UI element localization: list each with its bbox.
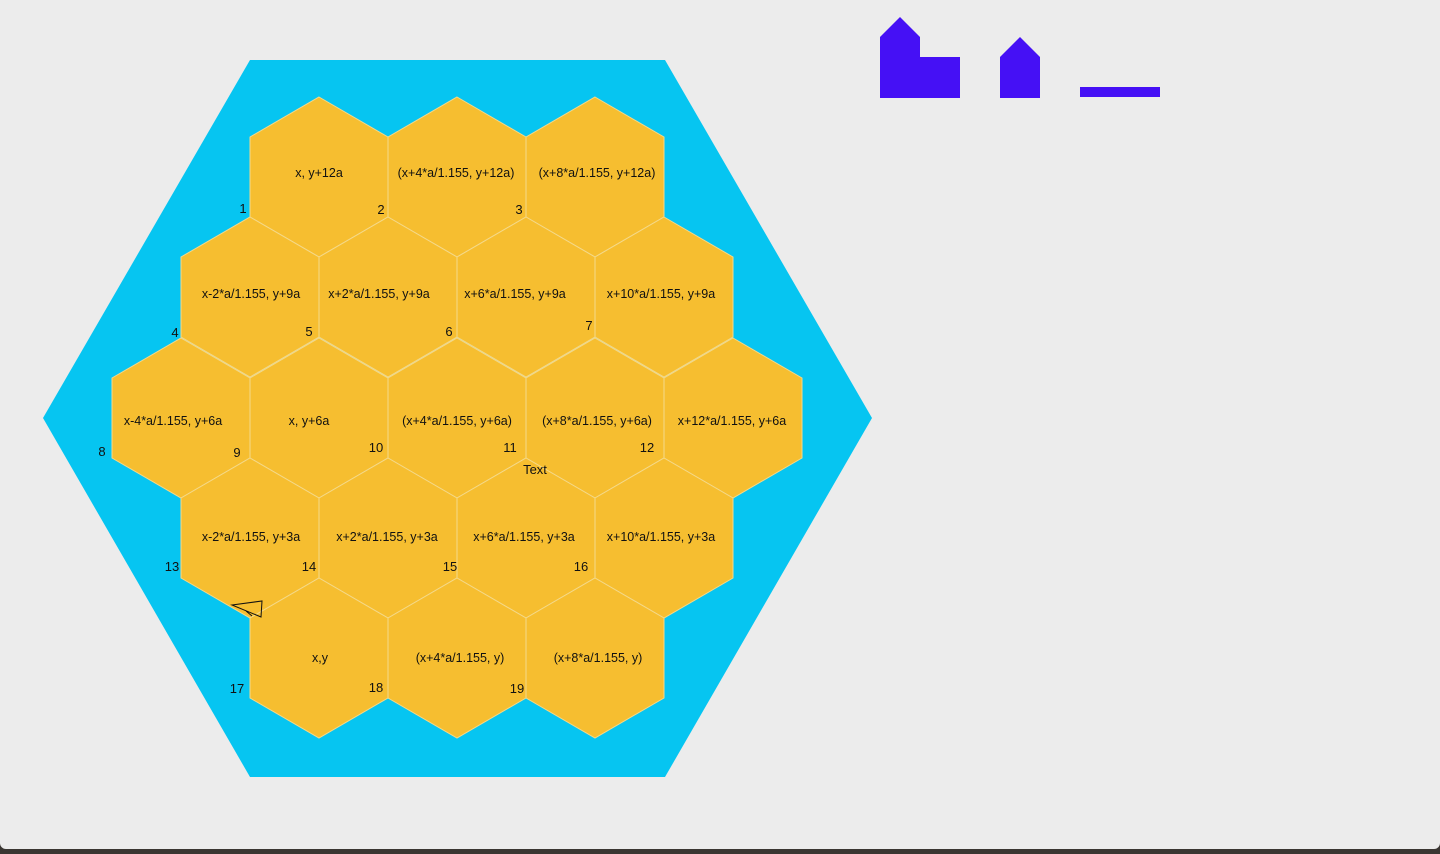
hex-tile-label: x+6*a/1.155, y+3a — [473, 530, 575, 544]
vertex-number: 12 — [640, 440, 654, 455]
hex-tile-label: (x+4*a/1.155, y) — [416, 651, 505, 665]
hex-tile-label: x, y+12a — [295, 166, 343, 180]
vertex-number: 9 — [233, 445, 240, 460]
hex-tile-label: x-4*a/1.155, y+6a — [124, 414, 222, 428]
vertex-number: 11 — [503, 440, 517, 455]
vertex-number: 16 — [574, 559, 588, 574]
hex-tile-label: x-2*a/1.155, y+3a — [202, 530, 300, 544]
vertex-number: 19 — [510, 681, 524, 696]
vertex-number: 8 — [98, 444, 105, 459]
vertex-number: 14 — [302, 559, 316, 574]
hex-tile-label: (x+4*a/1.155, y+12a) — [398, 166, 515, 180]
free-text-label: Text — [523, 462, 547, 477]
hex-tile-label: x+10*a/1.155, y+3a — [607, 530, 715, 544]
city-icon[interactable] — [880, 17, 960, 98]
road-icon[interactable] — [1080, 87, 1160, 97]
hex-tile-label: x+2*a/1.155, y+9a — [328, 287, 430, 301]
hex-tile-label: x+2*a/1.155, y+3a — [336, 530, 438, 544]
hex-tile-label: (x+8*a/1.155, y) — [554, 651, 643, 665]
hex-tile-label: x+10*a/1.155, y+9a — [607, 287, 715, 301]
vertex-number: 17 — [230, 681, 244, 696]
pieces-layer — [880, 17, 1160, 98]
hex-tile-label: (x+8*a/1.155, y+6a) — [542, 414, 652, 428]
hex-tile-label: (x+4*a/1.155, y+6a) — [402, 414, 512, 428]
hex-tile-label: x+12*a/1.155, y+6a — [678, 414, 786, 428]
hex-tile-label: x, y+6a — [289, 414, 330, 428]
vertex-number: 7 — [585, 318, 592, 333]
vertex-number: 13 — [165, 559, 179, 574]
vertex-number: 1 — [239, 201, 246, 216]
game-board: x, y+12a (x+4*a/1.155, y+12a) (x+8*a/1.155… — [43, 17, 1160, 777]
vertex-number: 5 — [305, 324, 312, 339]
vertex-number: 4 — [171, 325, 178, 340]
game-window: x, y+12a (x+4*a/1.155, y+12a) (x+8*a/1.155… — [0, 0, 1440, 849]
hex-tile-label: (x+8*a/1.155, y+12a) — [539, 166, 656, 180]
vertex-number: 18 — [369, 680, 383, 695]
vertex-number: 15 — [443, 559, 457, 574]
house-icon[interactable] — [1000, 37, 1040, 98]
vertex-number: 6 — [445, 324, 452, 339]
vertex-number: 2 — [377, 202, 384, 217]
vertex-number: 10 — [369, 440, 383, 455]
hex-tile-label: x-2*a/1.155, y+9a — [202, 287, 300, 301]
hex-tile-label: x+6*a/1.155, y+9a — [464, 287, 566, 301]
vertex-number: 3 — [515, 202, 522, 217]
hex-tile-label: x,y — [312, 651, 329, 665]
